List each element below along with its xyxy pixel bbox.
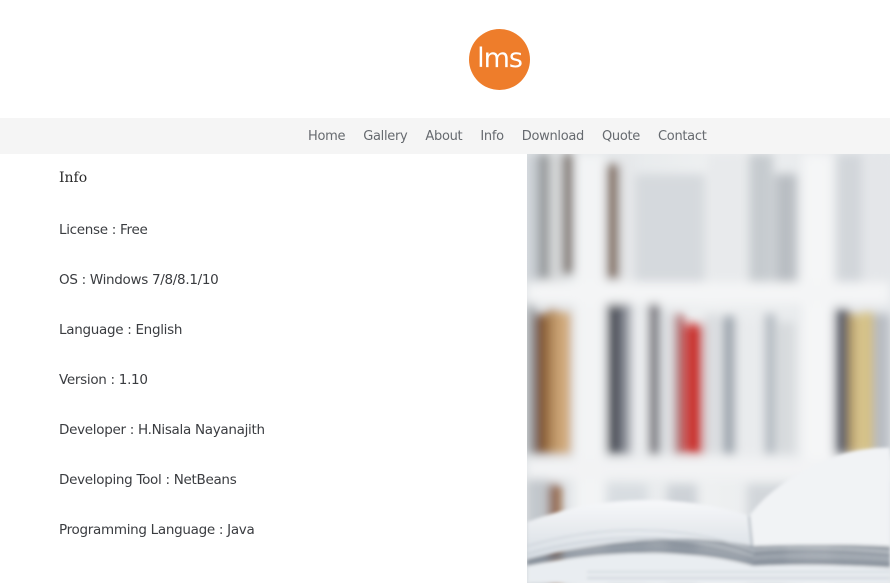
info-programming-language: Programming Language : Java: [59, 522, 255, 538]
info-os: OS : Windows 7/8/8.1/10: [59, 272, 219, 288]
nav-link-home[interactable]: Home: [299, 129, 354, 144]
info-developing-tool: Developing Tool : NetBeans: [59, 472, 237, 488]
info-license: License : Free: [59, 222, 148, 238]
nav-link-info[interactable]: Info: [471, 129, 512, 144]
logo-text: lms: [477, 42, 523, 74]
nav-menu: Home Gallery About Info Download Quote C…: [299, 118, 716, 154]
info-developer: Developer : H.Nisala Nayanajith: [59, 422, 265, 438]
nav-link-gallery[interactable]: Gallery: [354, 129, 416, 144]
bookshelf-image: [527, 154, 890, 583]
main-nav: Home Gallery About Info Download Quote C…: [0, 118, 890, 154]
nav-link-quote[interactable]: Quote: [593, 129, 649, 144]
info-language: Language : English: [59, 322, 183, 338]
info-section: Info License : Free OS : Windows 7/8/8.1…: [0, 154, 527, 583]
site-logo[interactable]: lms: [469, 29, 530, 90]
bookshelf-illustration: [527, 154, 890, 583]
nav-link-about[interactable]: About: [416, 129, 471, 144]
info-heading: Info: [59, 170, 88, 186]
info-version: Version : 1.10: [59, 372, 148, 388]
nav-link-download[interactable]: Download: [513, 129, 593, 144]
nav-link-contact[interactable]: Contact: [649, 129, 715, 144]
site-header: lms: [0, 0, 890, 118]
info-list: License : Free OS : Windows 7/8/8.1/10 L…: [59, 222, 265, 572]
